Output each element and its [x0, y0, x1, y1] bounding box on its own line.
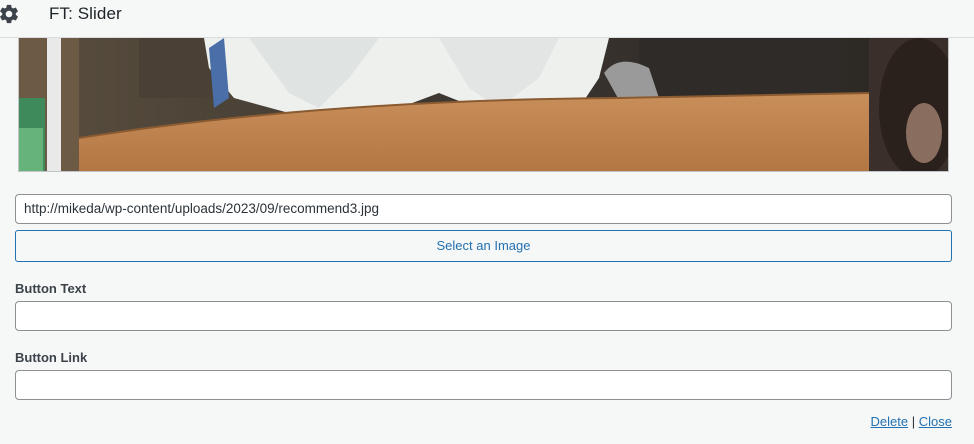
button-text-label: Button Text — [15, 281, 87, 296]
button-link-input[interactable] — [15, 370, 952, 400]
image-url-input[interactable]: http://mikeda/wp-content/uploads/2023/09… — [15, 194, 952, 224]
widget-actions: Delete | Close — [871, 414, 952, 429]
button-text-input[interactable] — [15, 301, 952, 331]
delete-link[interactable]: Delete — [871, 414, 909, 429]
button-link-label: Button Link — [15, 350, 88, 365]
photo-preview-image — [19, 38, 948, 171]
select-image-button[interactable]: Select an Image — [15, 230, 952, 262]
gear-icon[interactable] — [0, 3, 20, 25]
widget-header[interactable]: FT: Slider — [0, 0, 974, 38]
actions-separator: | — [911, 414, 916, 429]
close-link[interactable]: Close — [919, 414, 952, 429]
image-preview — [18, 38, 949, 172]
widget-title: FT: Slider — [49, 4, 122, 23]
widget-body: http://mikeda/wp-content/uploads/2023/09… — [0, 38, 974, 444]
